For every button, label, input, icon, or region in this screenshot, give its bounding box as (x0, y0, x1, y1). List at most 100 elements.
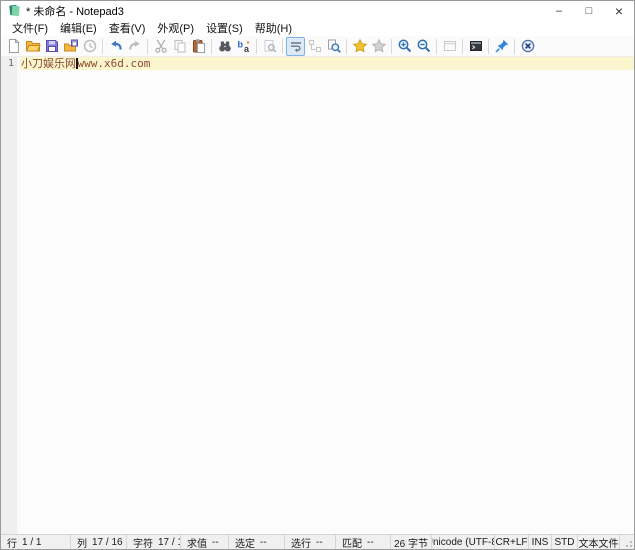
status-character-label: 字符 (133, 535, 153, 549)
status-bytes[interactable]: 26 字节 (391, 535, 432, 549)
exit-button[interactable] (518, 37, 537, 56)
status-matches-value: -- (367, 537, 374, 548)
status-selected-lines-label: 选行 (291, 535, 311, 549)
history-button[interactable] (80, 37, 99, 56)
navigate-button[interactable] (324, 37, 343, 56)
redo-arrow-icon (127, 38, 143, 54)
zoom-in-icon (397, 38, 413, 54)
status-eol-value: CR+LF (496, 537, 528, 548)
resize-grip[interactable] (620, 535, 634, 549)
status-column-value: 17 / 16 (92, 537, 123, 548)
toolbar-separator (147, 39, 148, 54)
menu-settings[interactable]: 设置(S) (200, 19, 249, 37)
menu-help[interactable]: 帮助(H) (249, 19, 298, 37)
cut-button[interactable] (151, 37, 170, 56)
toolbar-separator (211, 39, 212, 54)
status-evaluate-label: 求值 (187, 535, 207, 549)
undo-arrow-icon (108, 38, 124, 54)
add-favorite-button[interactable] (369, 37, 388, 56)
status-std-mode[interactable]: STD (552, 535, 578, 549)
status-file-type-value: 文本文件 (579, 535, 619, 549)
editor-area[interactable]: 1 小刀娱乐网www.x6d.com (1, 57, 634, 534)
zoom-in-button[interactable] (395, 37, 414, 56)
line-number-margin[interactable]: 1 (1, 57, 17, 534)
toolbar-separator (256, 39, 257, 54)
magnifier-doc-icon (326, 38, 342, 54)
status-column-label: 列 (77, 535, 87, 549)
text-before-caret: 小刀娱乐网 (21, 57, 76, 70)
status-matches-label: 匹配 (342, 535, 362, 549)
status-bytes-value: 26 字节 (394, 535, 428, 549)
copy-button[interactable] (170, 37, 189, 56)
status-line-value: 1 / 1 (22, 537, 41, 548)
pushpin-icon (494, 38, 510, 54)
text-line[interactable]: 小刀娱乐网www.x6d.com (21, 57, 150, 70)
replace-ba-icon: ba (236, 38, 252, 54)
status-column: 列 17 / 16 (71, 535, 127, 549)
menu-view[interactable]: 查看(V) (103, 19, 152, 37)
word-wrap-button[interactable] (286, 37, 305, 56)
toolbar-separator (102, 39, 103, 54)
status-line: 行1 / 1 (1, 535, 71, 549)
zoom-out-button[interactable] (414, 37, 433, 56)
save-button[interactable] (42, 37, 61, 56)
folding-button[interactable] (305, 37, 324, 56)
status-insert-mode[interactable]: INS (529, 535, 552, 549)
new-file-button[interactable] (4, 37, 23, 56)
zoom-out-icon (416, 38, 432, 54)
status-eol[interactable]: CR+LF (495, 535, 529, 549)
toolbar-separator (514, 39, 515, 54)
menu-file[interactable]: 文件(F) (6, 19, 54, 37)
favorites-button[interactable] (350, 37, 369, 56)
open-file-button[interactable] (23, 37, 42, 56)
popup-window-button[interactable] (440, 37, 459, 56)
paste-button[interactable] (189, 37, 208, 56)
toolbar: ba (1, 36, 634, 57)
scissors-icon (153, 38, 169, 54)
status-matches: 匹配 -- (336, 535, 391, 549)
title-bar[interactable]: * 未命名 - Notepad3 –□× (1, 1, 634, 20)
fold-margin (17, 57, 20, 534)
line-number: 1 (8, 58, 14, 69)
star-icon (352, 38, 368, 54)
menu-edit[interactable]: 编辑(E) (54, 19, 103, 37)
status-selection: 选定-- (229, 535, 285, 549)
svg-text:a: a (244, 44, 250, 54)
window-icon (442, 38, 458, 54)
redo-button[interactable] (125, 37, 144, 56)
notepad3-window: * 未命名 - Notepad3 –□× 文件(F)编辑(E)查看(V)外观(P… (0, 0, 635, 550)
floppy-save-icon (44, 38, 60, 54)
menu-appearance[interactable]: 外观(P) (151, 19, 200, 37)
clipboard-icon (191, 38, 207, 54)
status-encoding-value: Unicode (UTF-8) (432, 537, 495, 548)
status-character-value: 17 / 16 (158, 537, 181, 548)
window-controls: –□ × (544, 1, 634, 20)
status-encoding[interactable]: Unicode (UTF-8) (432, 535, 495, 549)
replace-button[interactable]: ba (234, 37, 253, 56)
word-wrap-icon (288, 38, 304, 54)
find-button[interactable] (215, 37, 234, 56)
maximize-icon: □ (586, 5, 593, 17)
print-preview-button[interactable] (260, 37, 279, 56)
status-file-type[interactable]: 文本文件 (578, 535, 620, 549)
always-on-top-button[interactable] (492, 37, 511, 56)
star-gray-icon (371, 38, 387, 54)
preview-page-icon (262, 38, 278, 54)
close-circle-icon (520, 38, 536, 54)
status-evaluate: 求值-- (181, 535, 229, 549)
toolbar-separator (488, 39, 489, 54)
minimize-button[interactable]: – (544, 1, 574, 20)
copy-pages-icon (172, 38, 188, 54)
status-selected-lines-value: -- (316, 537, 323, 548)
close-button[interactable]: × (604, 1, 634, 20)
status-std-mode-value: STD (555, 537, 575, 548)
menu-bar: 文件(F)编辑(E)查看(V)外观(P)设置(S)帮助(H) (1, 20, 634, 36)
console-button[interactable] (466, 37, 485, 56)
save-as-button[interactable] (61, 37, 80, 56)
maximize-button[interactable]: □ (574, 1, 604, 20)
toolbar-separator (346, 39, 347, 54)
toolbar-separator (391, 39, 392, 54)
notepad3-logo-icon (8, 4, 21, 17)
status-selected-lines: 选行 -- (285, 535, 336, 549)
undo-button[interactable] (106, 37, 125, 56)
